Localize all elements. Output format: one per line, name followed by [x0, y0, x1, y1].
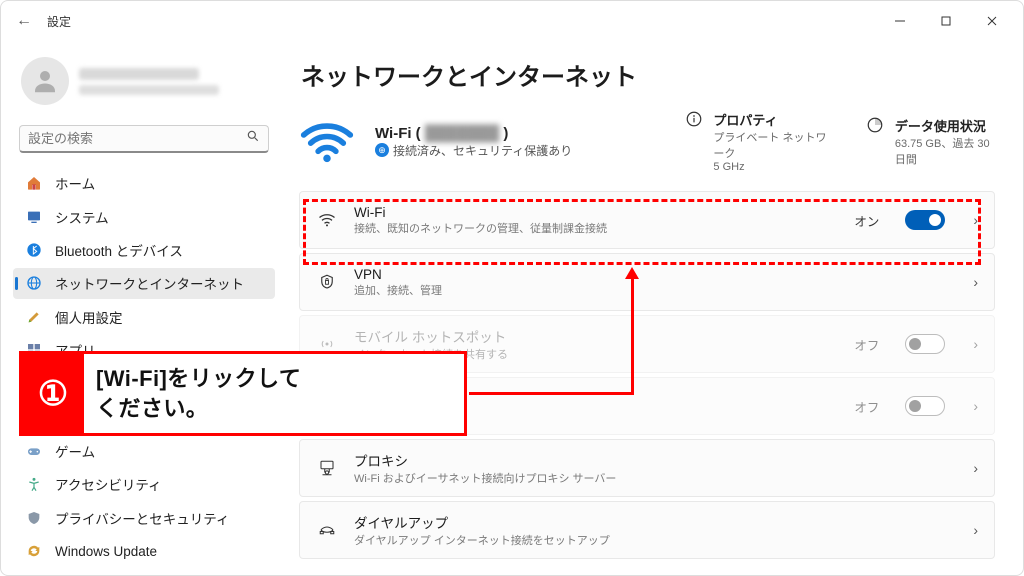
properties-block[interactable]: プロパティ プライベート ネットワーク 5 GHz — [685, 110, 826, 173]
sidebar-item-accessibility[interactable]: アクセシビリティ — [13, 469, 275, 500]
vpn-shield-icon — [316, 273, 338, 291]
close-button[interactable] — [969, 5, 1015, 37]
wifi-large-icon — [299, 114, 355, 170]
data-usage-icon — [866, 116, 884, 139]
sidebar-item-label: ゲーム — [55, 441, 95, 461]
sidebar-item-personalization[interactable]: 個人用設定 — [13, 301, 275, 332]
chevron-right-icon: › — [973, 212, 978, 228]
sidebar-item-label: ホーム — [55, 173, 95, 193]
status-wifi-sub: ⊕ 接続済み、セキュリティ保護あり — [375, 142, 665, 159]
sidebar-item-network[interactable]: ネットワークとインターネット — [13, 268, 275, 299]
chevron-right-icon: › — [973, 336, 978, 352]
chevron-right-icon: › — [973, 274, 978, 290]
sidebar-item-windows-update[interactable]: Windows Update — [13, 536, 275, 567]
back-button[interactable]: ← — [9, 12, 39, 30]
update-icon — [25, 542, 43, 560]
annotation-text: [Wi-Fi]をリックして ください。 — [84, 354, 464, 433]
wifi-icon — [316, 210, 338, 230]
search-icon — [246, 129, 260, 148]
user-name — [79, 68, 199, 80]
hotspot-toggle[interactable] — [905, 334, 945, 354]
gaming-icon — [25, 442, 43, 460]
status-wifi-title: Wi-Fi ( ███████ ) — [375, 125, 665, 142]
proxy-icon — [316, 459, 338, 477]
sidebar-item-label: アクセシビリティ — [55, 474, 162, 494]
brush-icon — [25, 308, 43, 326]
sidebar-item-label: 個人用設定 — [55, 307, 123, 327]
main-content: ネットワークとインターネット Wi-Fi ( ███████ ) ⊕ 接続済み、… — [281, 41, 1023, 575]
sidebar-item-label: Windows Update — [55, 544, 157, 559]
globe-badge-icon: ⊕ — [375, 143, 389, 157]
wifi-toggle[interactable] — [905, 210, 945, 230]
sidebar-item-label: プライバシーとセキュリティ — [55, 508, 229, 528]
airplane-toggle[interactable] — [905, 396, 945, 416]
sidebar-item-bluetooth[interactable]: Bluetooth とデバイス — [13, 234, 275, 265]
window-title: 設定 — [47, 13, 71, 30]
chevron-right-icon: › — [973, 460, 978, 476]
airplane-state-label: オフ — [854, 397, 879, 416]
avatar-icon — [21, 57, 69, 105]
chevron-right-icon: › — [973, 522, 978, 538]
info-icon — [685, 110, 703, 133]
search-input[interactable] — [28, 131, 246, 146]
sidebar-item-label: ネットワークとインターネット — [55, 273, 244, 293]
dialup-icon — [316, 521, 338, 539]
sidebar-item-label: Bluetooth とデバイス — [55, 240, 183, 260]
wifi-state-label: オン — [854, 211, 879, 230]
sidebar-item-gaming[interactable]: ゲーム — [13, 435, 275, 466]
maximize-button[interactable] — [923, 5, 969, 37]
home-icon — [25, 174, 43, 192]
search-box[interactable] — [19, 125, 269, 153]
shield-icon — [25, 509, 43, 527]
row-proxy[interactable]: プロキシ Wi-Fi およびイーサネット接続向けプロキシ サーバー › — [299, 439, 995, 497]
row-wifi[interactable]: Wi-Fi 接続、既知のネットワークの管理、従量制課金接続 オン › — [299, 191, 995, 249]
sidebar: ホーム システム Bluetooth とデバイス ネットワークとインターネット … — [1, 41, 281, 575]
data-usage-block[interactable]: データ使用状況 63.75 GB、過去 30 日間 — [866, 116, 995, 167]
hotspot-state-label: オフ — [854, 335, 879, 354]
user-detail — [79, 85, 219, 95]
network-icon — [25, 274, 43, 292]
row-dialup[interactable]: ダイヤルアップ ダイヤルアップ インターネット接続をセットアップ › — [299, 501, 995, 559]
annotation-step-number: ① — [22, 354, 84, 433]
sidebar-item-system[interactable]: システム — [13, 201, 275, 232]
accessibility-icon — [25, 475, 43, 493]
sidebar-item-label: システム — [55, 207, 109, 227]
row-vpn[interactable]: VPN 追加、接続、管理 › — [299, 253, 995, 311]
page-title: ネットワークとインターネット — [301, 57, 995, 92]
chevron-right-icon: › — [973, 398, 978, 414]
system-icon — [25, 208, 43, 226]
user-account-row[interactable] — [13, 49, 275, 119]
bluetooth-icon — [25, 241, 43, 259]
sidebar-item-home[interactable]: ホーム — [13, 167, 275, 198]
minimize-button[interactable] — [877, 5, 923, 37]
sidebar-item-privacy[interactable]: プライバシーとセキュリティ — [13, 502, 275, 533]
annotation-callout: ① [Wi-Fi]をリックして ください。 — [19, 351, 467, 436]
